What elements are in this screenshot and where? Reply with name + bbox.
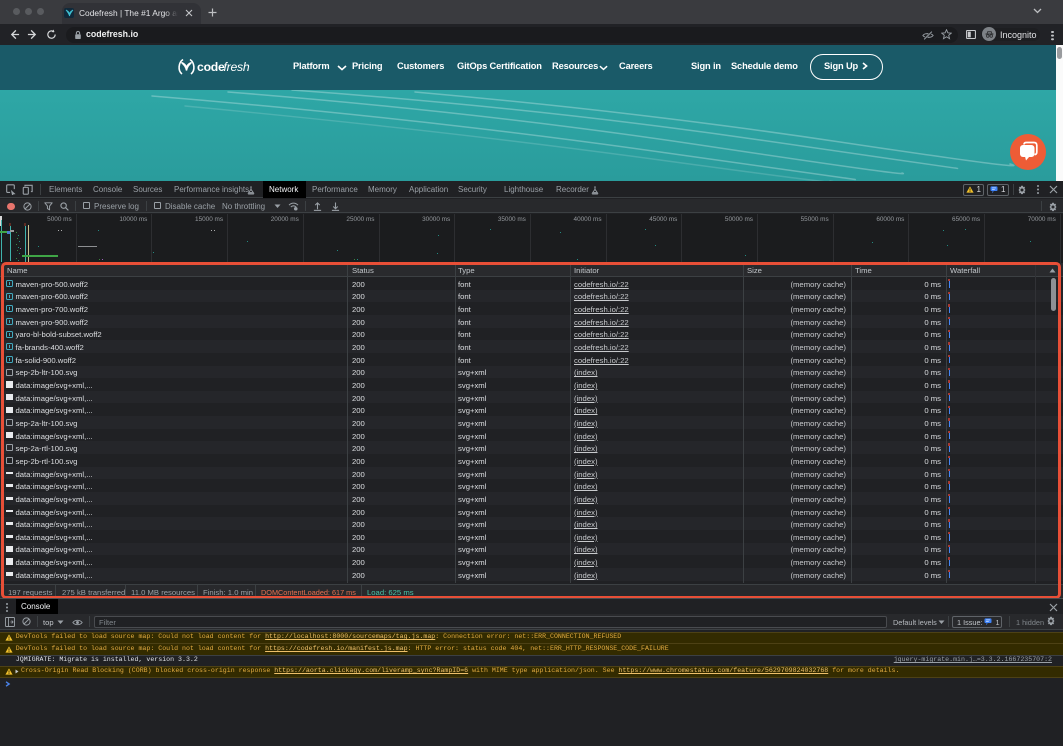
svg-text:fresh: fresh — [224, 60, 250, 74]
svg-text:code: code — [197, 60, 225, 74]
